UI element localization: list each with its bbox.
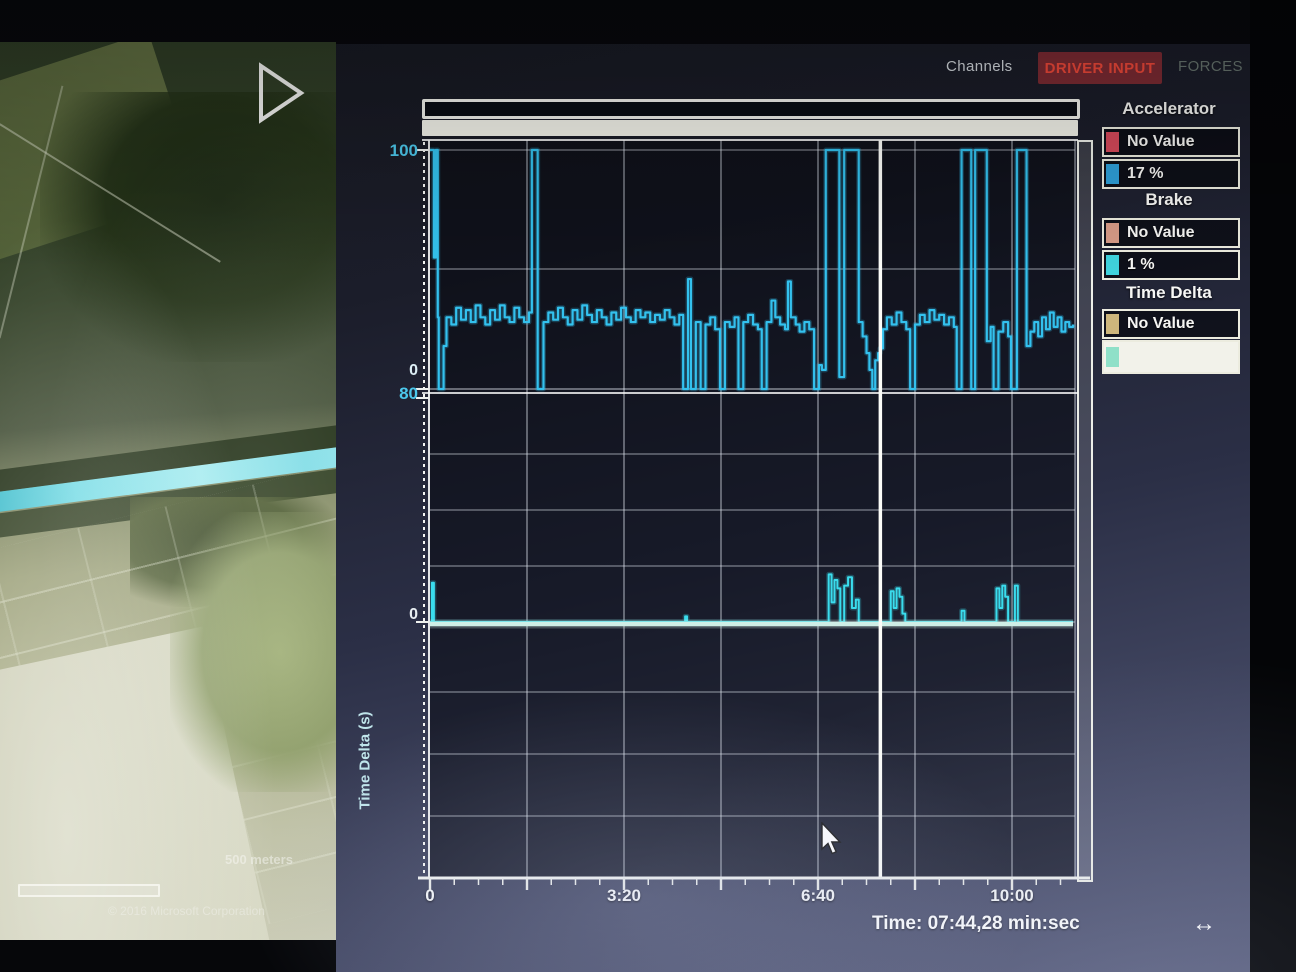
x-axis-tick-label: 3:20 (584, 886, 664, 906)
mouse-cursor-icon (820, 822, 846, 863)
legend-accelerator-title: Accelerator (1098, 99, 1240, 119)
legend-time-delta-novalue-row[interactable]: No Value (1102, 309, 1240, 339)
accelerator-axis-max-label: 100 (378, 141, 418, 161)
legend-time-delta-value-row-selected[interactable] (1102, 340, 1240, 374)
legend-accelerator-novalue-row[interactable]: No Value (1102, 127, 1240, 157)
screen: 500 meters © 2016 Microsoft Corporation … (0, 0, 1296, 972)
cursor-time-readout: Time: 07:44,28 min:sec (872, 913, 1080, 935)
legend-brake-novalue-row[interactable]: No Value (1102, 218, 1240, 248)
accelerator-axis-zero-label: 0 (394, 362, 418, 380)
brake-novalue-swatch (1106, 223, 1119, 243)
x-axis-tick-label: 0 (390, 886, 470, 906)
legend-brake-title: Brake (1098, 190, 1240, 210)
brake-axis-max-label: 80 (386, 384, 418, 404)
time-delta-novalue-label: No Value (1119, 315, 1195, 333)
legend-accelerator-value-row[interactable]: 17 % (1102, 159, 1240, 189)
time-delta-novalue-swatch (1106, 314, 1119, 334)
legend-brake-value-row[interactable]: 1 % (1102, 250, 1240, 280)
x-axis-tick-label: 6:40 (778, 886, 858, 906)
accelerator-novalue-label: No Value (1119, 133, 1195, 151)
accelerator-novalue-swatch (1106, 132, 1119, 152)
brake-novalue-label: No Value (1119, 224, 1195, 242)
time-delta-axis-label: Time Delta (s) (357, 661, 374, 861)
brake-current-value: 1 % (1119, 256, 1155, 274)
brake-value-swatch (1106, 255, 1119, 275)
legend-time-delta-title: Time Delta (1098, 283, 1240, 303)
horizontal-resize-icon[interactable]: ↔ (1192, 910, 1216, 938)
brake-axis-zero-label: 0 (394, 606, 418, 624)
x-axis-tick-label: 10:00 (972, 886, 1052, 906)
accelerator-value-swatch (1106, 164, 1119, 184)
accelerator-current-value: 17 % (1119, 165, 1163, 183)
time-delta-value-swatch (1106, 347, 1119, 367)
